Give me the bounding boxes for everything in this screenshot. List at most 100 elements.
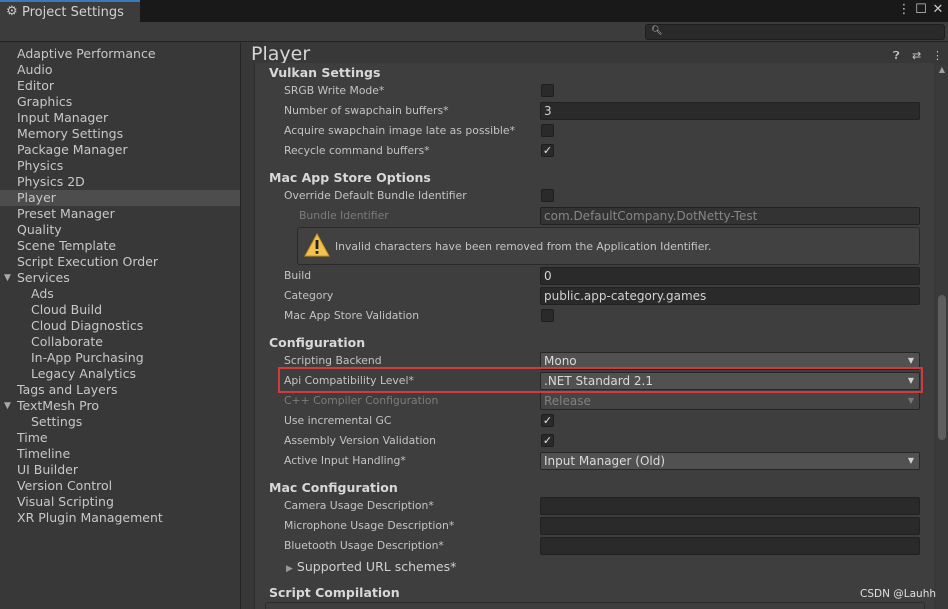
category-field[interactable]: public.app-category.games bbox=[540, 287, 920, 305]
api-compatibility-highlight bbox=[278, 367, 923, 393]
sidebar-item-time[interactable]: Time bbox=[0, 430, 240, 446]
player-settings-panel: Player ❓︎ ⇄ ⋮ Vulkan Settings SRGB Write… bbox=[242, 43, 948, 609]
page-title: Player bbox=[251, 43, 311, 65]
tab-title: Project Settings bbox=[22, 5, 124, 20]
active-input-handling-dropdown[interactable]: Input Manager (Old) ▼ bbox=[540, 452, 920, 470]
sidebar-item-settings[interactable]: Settings bbox=[0, 414, 240, 430]
cpp-compiler-config-label: C++ Compiler Configuration bbox=[284, 394, 439, 407]
inspector-scrollbar[interactable]: ▲ bbox=[936, 65, 948, 609]
search-icon: 🔍︎ bbox=[651, 26, 663, 36]
chevron-down-icon: ▼ bbox=[907, 456, 914, 465]
help-icon[interactable]: ❓︎ bbox=[893, 49, 900, 63]
chevron-down-icon[interactable]: ▼ bbox=[4, 270, 11, 286]
scripting-backend-label: Scripting Backend bbox=[284, 354, 382, 367]
sidebar-item-timeline[interactable]: Timeline bbox=[0, 446, 240, 462]
chevron-right-icon: ▶ bbox=[286, 564, 293, 574]
microphone-usage-field[interactable] bbox=[540, 517, 920, 535]
chevron-down-icon: ▼ bbox=[907, 396, 914, 405]
microphone-usage-label: Microphone Usage Description* bbox=[284, 519, 455, 532]
sidebar-item-label: Services bbox=[17, 270, 70, 285]
watermark: CSDN @Lauhh bbox=[860, 588, 937, 600]
section-script-compilation: Script Compilation bbox=[269, 585, 400, 600]
sidebar-item-xr-plugin-management[interactable]: XR Plugin Management bbox=[0, 510, 240, 526]
recycle-command-buffers-checkbox[interactable]: ✓ bbox=[541, 144, 554, 157]
sidebar-item-physics[interactable]: Physics bbox=[0, 158, 240, 174]
sidebar-item-scene-template[interactable]: Scene Template bbox=[0, 238, 240, 254]
acquire-swapchain-checkbox[interactable] bbox=[541, 124, 554, 137]
section-configuration: Configuration bbox=[269, 335, 366, 350]
search-input[interactable]: 🔍︎ bbox=[645, 24, 945, 40]
override-bundle-id-label: Override Default Bundle Identifier bbox=[284, 189, 467, 202]
assembly-version-validation-checkbox[interactable]: ✓ bbox=[541, 434, 554, 447]
maximize-icon[interactable]: ☐ bbox=[913, 2, 929, 17]
bundle-identifier-field: com.DefaultCompany.DotNetty-Test bbox=[540, 207, 920, 225]
title-bar: ⚙ Project Settings ⋮ ☐ ✕ bbox=[0, 0, 948, 22]
sidebar-item-legacy-analytics[interactable]: Legacy Analytics bbox=[0, 366, 240, 382]
warning-icon bbox=[304, 233, 330, 257]
sidebar-item-quality[interactable]: Quality bbox=[0, 222, 240, 238]
build-field[interactable]: 0 bbox=[540, 267, 920, 285]
section-vulkan-settings: Vulkan Settings bbox=[269, 65, 381, 80]
presets-icon[interactable]: ⇄ bbox=[912, 49, 921, 62]
more-vert-icon[interactable]: ⋮ bbox=[896, 2, 912, 17]
supported-url-schemes-label: Supported URL schemes* bbox=[296, 559, 457, 574]
sidebar-item-memory-settings[interactable]: Memory Settings bbox=[0, 126, 240, 142]
close-icon[interactable]: ✕ bbox=[930, 2, 946, 17]
sidebar-item-preset-manager[interactable]: Preset Manager bbox=[0, 206, 240, 222]
sidebar-item-cloud-diagnostics[interactable]: Cloud Diagnostics bbox=[0, 318, 240, 334]
sidebar-item-tags-and-layers[interactable]: Tags and Layers bbox=[0, 382, 240, 398]
acquire-swapchain-label: Acquire swapchain image late as possible… bbox=[284, 124, 515, 137]
supported-url-schemes-foldout[interactable]: ▶ Supported URL schemes* bbox=[286, 559, 456, 574]
warning-helpbox: Invalid characters have been removed fro… bbox=[297, 227, 920, 265]
sidebar-item-audio[interactable]: Audio bbox=[0, 62, 240, 78]
sidebar-item-cloud-build[interactable]: Cloud Build bbox=[0, 302, 240, 318]
chevron-down-icon[interactable]: ▼ bbox=[4, 398, 11, 414]
camera-usage-field[interactable] bbox=[540, 497, 920, 515]
inspector-content: Vulkan Settings SRGB Write Mode* Number … bbox=[254, 63, 934, 609]
cpp-compiler-config-value: Release bbox=[544, 394, 591, 408]
section-mac-app-store-options: Mac App Store Options bbox=[269, 170, 431, 185]
bundle-identifier-label: Bundle Identifier bbox=[299, 209, 389, 222]
scripting-backend-value: Mono bbox=[544, 354, 577, 368]
build-label: Build bbox=[284, 269, 312, 282]
sidebar-item-adaptive-performance[interactable]: Adaptive Performance bbox=[0, 46, 240, 62]
srgb-write-mode-label: SRGB Write Mode* bbox=[284, 84, 385, 97]
scrollbar-thumb[interactable] bbox=[938, 295, 946, 440]
more-vert-icon[interactable]: ⋮ bbox=[932, 49, 943, 62]
sidebar-item-ui-builder[interactable]: UI Builder bbox=[0, 462, 240, 478]
sidebar-item-graphics[interactable]: Graphics bbox=[0, 94, 240, 110]
srgb-write-mode-checkbox[interactable] bbox=[541, 84, 554, 97]
section-mac-configuration: Mac Configuration bbox=[269, 480, 398, 495]
bluetooth-usage-field[interactable] bbox=[540, 537, 920, 555]
checkmark-icon: ✓ bbox=[542, 414, 553, 427]
assembly-version-validation-label: Assembly Version Validation bbox=[284, 434, 436, 447]
project-settings-tab[interactable]: ⚙ Project Settings bbox=[0, 0, 140, 22]
sidebar-item-collaborate[interactable]: Collaborate bbox=[0, 334, 240, 350]
sidebar-item-physics-2d[interactable]: Physics 2D bbox=[0, 174, 240, 190]
script-compilation-box bbox=[265, 602, 925, 609]
sidebar-item-editor[interactable]: Editor bbox=[0, 78, 240, 94]
scroll-up-icon[interactable]: ▲ bbox=[936, 65, 948, 77]
override-bundle-id-checkbox[interactable] bbox=[541, 189, 554, 202]
sidebar-item-visual-scripting[interactable]: Visual Scripting bbox=[0, 494, 240, 510]
sidebar-item-services[interactable]: ▼ Services bbox=[0, 270, 240, 286]
sidebar-item-textmesh-pro[interactable]: ▼ TextMesh Pro bbox=[0, 398, 240, 414]
mac-app-store-validation-label: Mac App Store Validation bbox=[284, 309, 420, 322]
sidebar-item-script-execution-order[interactable]: Script Execution Order bbox=[0, 254, 240, 270]
sidebar-item-version-control[interactable]: Version Control bbox=[0, 478, 240, 494]
sidebar-item-player[interactable]: Player bbox=[0, 190, 240, 206]
checkmark-icon: ✓ bbox=[542, 434, 553, 447]
sidebar-item-in-app-purchasing[interactable]: In-App Purchasing bbox=[0, 350, 240, 366]
camera-usage-label: Camera Usage Description* bbox=[284, 499, 434, 512]
sidebar-item-package-manager[interactable]: Package Manager bbox=[0, 142, 240, 158]
incremental-gc-label: Use incremental GC bbox=[284, 414, 392, 427]
warning-text: Invalid characters have been removed fro… bbox=[335, 240, 712, 253]
mac-app-store-validation-checkbox[interactable] bbox=[541, 309, 554, 322]
swapchain-buffers-label: Number of swapchain buffers* bbox=[284, 104, 449, 117]
incremental-gc-checkbox[interactable]: ✓ bbox=[541, 414, 554, 427]
active-input-handling-label: Active Input Handling* bbox=[284, 454, 406, 467]
swapchain-buffers-field[interactable]: 3 bbox=[540, 102, 920, 120]
recycle-command-buffers-label: Recycle command buffers* bbox=[284, 144, 430, 157]
sidebar-item-input-manager[interactable]: Input Manager bbox=[0, 110, 240, 126]
sidebar-item-ads[interactable]: Ads bbox=[0, 286, 240, 302]
